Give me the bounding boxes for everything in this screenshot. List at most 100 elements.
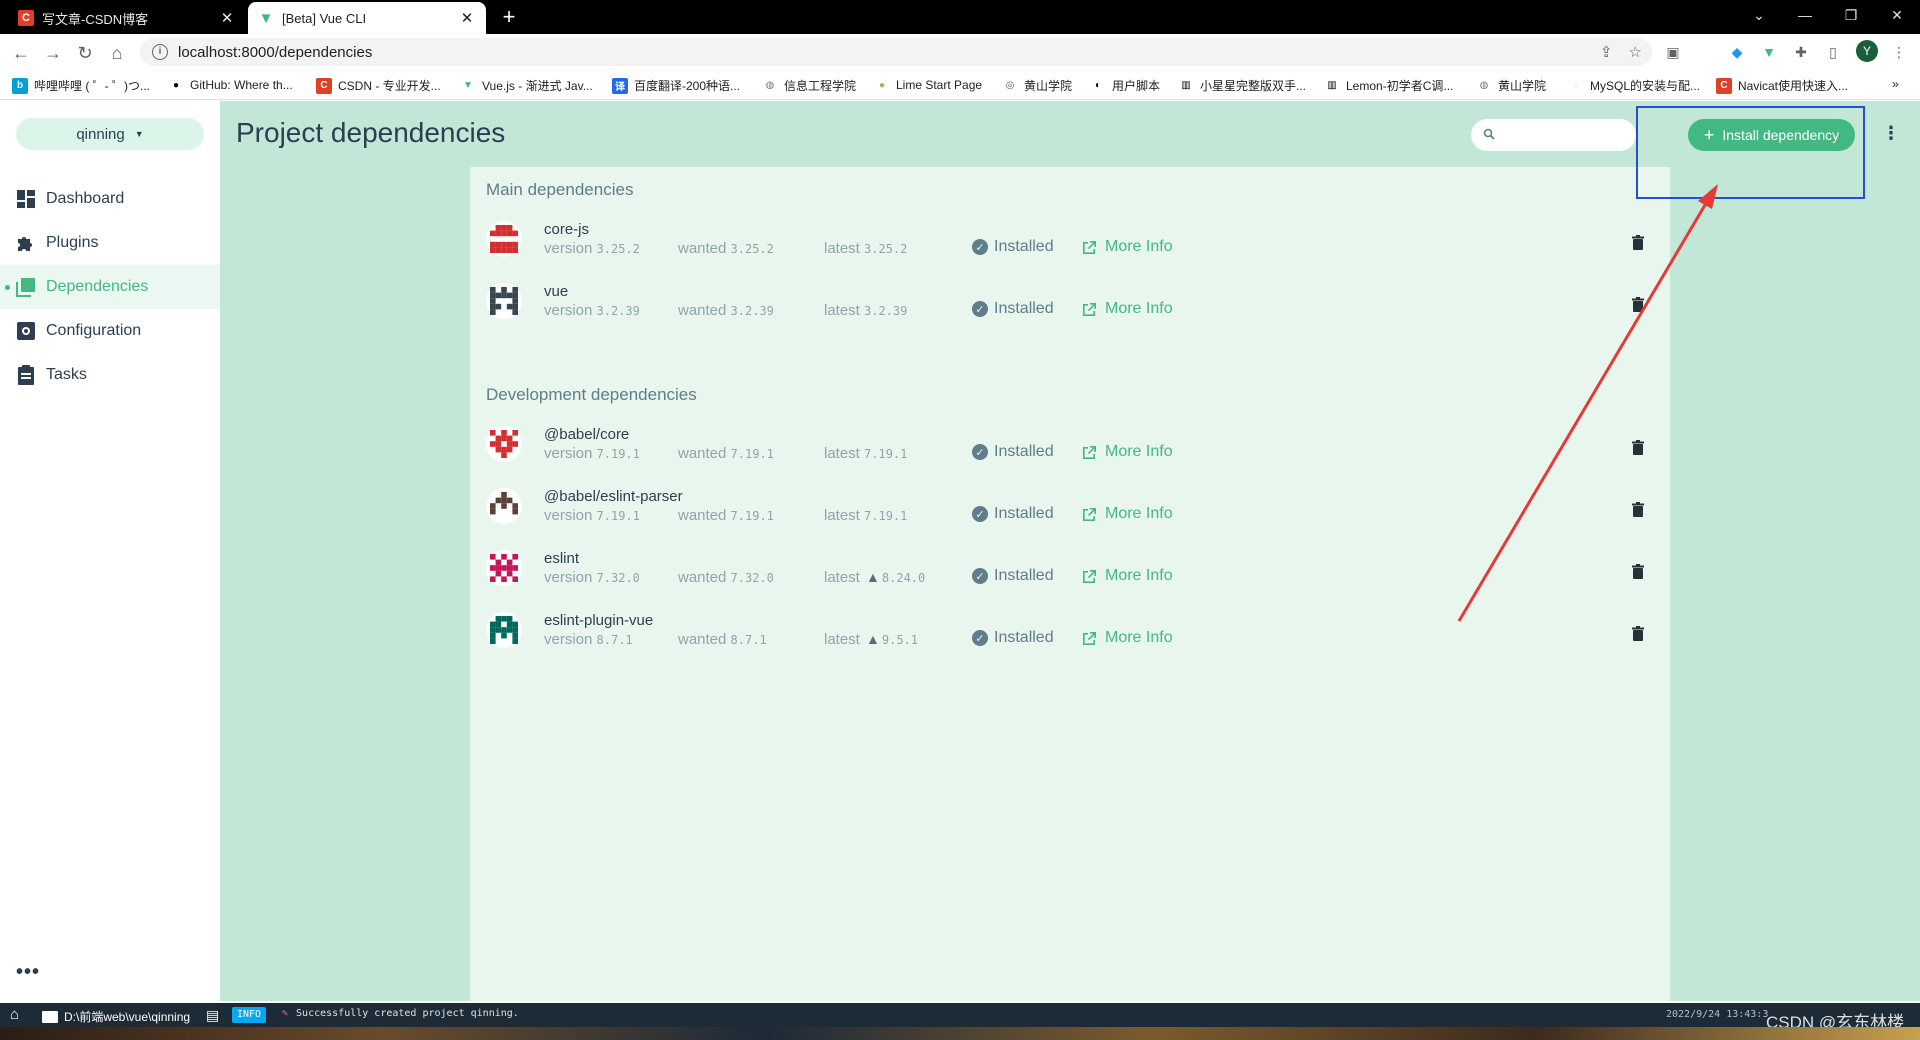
delete-icon[interactable]: [1632, 440, 1646, 456]
delete-icon[interactable]: [1632, 235, 1646, 251]
installed-status: ✓ Installed: [972, 238, 1054, 256]
home-icon[interactable]: ⌂: [104, 40, 130, 66]
sidebar-item-label: Configuration: [46, 322, 142, 339]
section-title-main: Main dependencies: [486, 180, 634, 199]
dependencies-panel: Main dependencies core-js version 3.25.2…: [470, 167, 1670, 1001]
dependency-row[interactable]: vue version 3.2.39 wanted 3.2.39 latest …: [470, 275, 1670, 337]
sidebar-item-plugins[interactable]: Plugins: [0, 221, 220, 265]
kebab-menu-icon[interactable]: ⋮: [1882, 123, 1900, 144]
console-icon[interactable]: ▤: [206, 1007, 219, 1024]
puzzle-icon[interactable]: ✚: [1790, 41, 1812, 63]
dependency-row[interactable]: @babel/core version 7.19.1 wanted 7.19.1…: [470, 418, 1670, 480]
kebab-menu-icon[interactable]: ⋮: [1888, 41, 1910, 63]
bookmark-item[interactable]: ▥ Lemon-初学者C调...: [1324, 77, 1453, 94]
sidebar-item-label: Plugins: [46, 234, 99, 251]
bookmark-item[interactable]: ◎ 黄山学院: [1002, 77, 1072, 94]
dependency-row[interactable]: eslint version 7.32.0 wanted 7.32.0 late…: [470, 542, 1670, 604]
bookmarks-overflow-icon[interactable]: »: [1892, 77, 1899, 91]
bookmark-item[interactable]: C Navicat使用快速入...: [1716, 77, 1848, 94]
side-panel-icon[interactable]: ▯: [1822, 41, 1844, 63]
csdn-icon: C: [316, 77, 332, 94]
dependency-latest: latest 3.2.39: [824, 302, 908, 319]
chevron-down-icon[interactable]: ⌄: [1736, 0, 1782, 30]
dependency-wanted: wanted 3.25.2: [678, 240, 774, 257]
installed-status: ✓ Installed: [972, 443, 1054, 461]
new-tab-button[interactable]: +: [496, 4, 522, 30]
bookmark-item[interactable]: b 哔哩哔哩 ( ゜- ゜)つ...: [12, 77, 150, 94]
delete-icon[interactable]: [1632, 626, 1646, 642]
dependency-latest: latest 7.19.1: [824, 445, 908, 462]
delete-icon[interactable]: [1632, 564, 1646, 580]
project-path-label: D:\前端web\vue\qinning: [64, 1010, 191, 1024]
browser-tab-vue-cli[interactable]: ▼ [Beta] Vue CLI ✕: [248, 2, 486, 34]
browser-tab-csdn[interactable]: C 写文章-CSDN博客 ✕: [8, 2, 246, 34]
share-icon[interactable]: ⇪: [1600, 43, 1613, 61]
bookmark-item[interactable]: ● Lime Start Page: [874, 77, 982, 93]
sidebar: qinning ▼ Dashboard Plugins Dependencies…: [0, 101, 220, 1001]
delete-icon[interactable]: [1632, 502, 1646, 518]
more-info-link[interactable]: More Info: [1082, 567, 1173, 585]
address-bar[interactable]: i localhost:8000/dependencies ⇪ ☆: [140, 38, 1652, 66]
avatar[interactable]: Y: [1856, 40, 1878, 62]
piano-icon: ▥: [1327, 80, 1337, 91]
dependency-version: version 7.32.0: [544, 569, 640, 586]
forward-icon[interactable]: →: [40, 40, 66, 66]
star-icon[interactable]: ☆: [1629, 43, 1642, 61]
more-info-link[interactable]: More Info: [1082, 629, 1173, 647]
bookmark-item[interactable]: ◐ 用户脚本: [1090, 77, 1160, 94]
dependency-row[interactable]: core-js version 3.25.2 wanted 3.25.2 lat…: [470, 213, 1670, 275]
dependency-version: version 3.2.39: [544, 302, 640, 319]
vue-devtools-icon[interactable]: ▼: [1758, 41, 1780, 63]
dependency-row[interactable]: eslint-plugin-vue version 8.7.1 wanted 8…: [470, 604, 1670, 666]
sidebar-item-dependencies[interactable]: Dependencies: [0, 265, 220, 309]
bookmark-item[interactable]: ▥ 小星星完整版双手...: [1178, 77, 1306, 94]
caret-down-icon: ▼: [134, 129, 144, 139]
shield-extension-icon[interactable]: ◆: [1726, 41, 1748, 63]
more-info-link[interactable]: More Info: [1082, 505, 1173, 523]
external-link-icon: [1083, 302, 1096, 316]
dependency-wanted: wanted 3.2.39: [678, 302, 774, 319]
more-info-link[interactable]: More Info: [1082, 300, 1173, 318]
restore-icon[interactable]: ❐: [1828, 0, 1874, 30]
dependency-row[interactable]: @babel/eslint-parser version 7.19.1 want…: [470, 480, 1670, 542]
more-info-link[interactable]: More Info: [1082, 443, 1173, 461]
external-link-icon: [1083, 507, 1096, 521]
dependency-wanted: wanted 7.19.1: [678, 507, 774, 524]
bookmark-item[interactable]: C CSDN - 专业开发...: [316, 77, 441, 94]
project-selector[interactable]: qinning ▼: [16, 118, 204, 150]
sidebar-item-dashboard[interactable]: Dashboard: [0, 177, 220, 221]
log-level-badge: INFO: [232, 1007, 267, 1023]
back-icon[interactable]: ←: [8, 40, 34, 66]
bookmark-item[interactable]: ◍ 信息工程学院: [762, 77, 856, 94]
tab-label: [Beta] Vue CLI: [282, 10, 367, 26]
bookmark-item[interactable]: ▼ Vue.js - 渐进式 Jav...: [460, 77, 593, 94]
sidebar-item-tasks[interactable]: Tasks: [0, 353, 220, 397]
more-options-icon[interactable]: •••: [16, 961, 40, 984]
close-icon[interactable]: ✕: [218, 9, 236, 27]
bookmark-item[interactable]: ◍ 黄山学院: [1476, 77, 1546, 94]
more-info-link[interactable]: More Info: [1082, 238, 1173, 256]
delete-icon[interactable]: [1632, 297, 1646, 313]
sidebar-item-configuration[interactable]: Configuration: [0, 309, 220, 353]
close-window-icon[interactable]: ✕: [1874, 0, 1920, 30]
project-path[interactable]: D:\前端web\vue\qinning: [42, 1008, 190, 1025]
bookmark-item[interactable]: ● GitHub: Where th...: [168, 77, 293, 93]
reload-icon[interactable]: ↻: [72, 40, 98, 66]
log-message[interactable]: ✎ Successfully created project qinning.: [282, 1008, 519, 1019]
search-input[interactable]: [1503, 127, 1623, 143]
check-circle-icon: ✓: [972, 630, 988, 646]
feather-icon: ✎: [282, 1008, 289, 1019]
minimize-icon[interactable]: —: [1782, 0, 1828, 30]
browser-toolbar: ← → ↻ ⌂ i localhost:8000/dependencies ⇪ …: [0, 34, 1920, 70]
bookmark-item[interactable]: 译百度翻译-200种语...: [612, 77, 740, 94]
reader-extension-icon[interactable]: ▣: [1662, 41, 1684, 63]
installed-status: ✓ Installed: [972, 567, 1054, 585]
search-box[interactable]: [1471, 119, 1636, 151]
info-icon[interactable]: i: [152, 44, 168, 60]
dependency-latest: latest 7.19.1: [824, 507, 908, 524]
bookmark-item[interactable]: ◌ MySQL的安装与配...: [1568, 77, 1700, 94]
warning-icon: ▲: [866, 631, 880, 647]
installed-status: ✓ Installed: [972, 505, 1054, 523]
close-icon[interactable]: ✕: [458, 9, 476, 27]
home-icon[interactable]: ⌂: [10, 1006, 19, 1023]
